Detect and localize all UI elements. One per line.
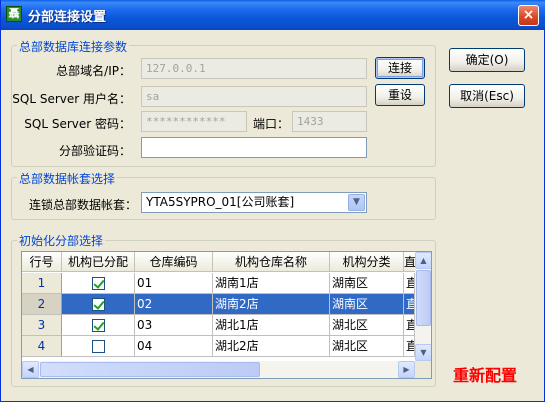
branch-grid: 行号 机构已分配 仓库编码 机构仓库名称 机构分类 直 1 01 湖南1店 湖南… (21, 251, 432, 379)
column-header[interactable]: 机构已分配 (62, 252, 135, 272)
close-icon: × (522, 7, 535, 23)
column-header[interactable]: 仓库编码 (135, 252, 213, 272)
row-number: 3 (22, 315, 62, 336)
code-cell: 02 (135, 294, 213, 315)
extra-cell: 直 (404, 315, 415, 336)
row-number: 1 (22, 273, 62, 294)
column-header[interactable]: 行号 (22, 252, 62, 272)
assigned-cell (62, 336, 135, 357)
scroll-left-icon[interactable]: ◀ (22, 361, 39, 378)
window-title: 分部连接设置 (28, 10, 107, 25)
row-number: 4 (22, 336, 62, 357)
extra-cell: 直 (404, 273, 415, 294)
category-cell: 湖南区 (330, 294, 404, 315)
user-field[interactable]: sa (141, 86, 367, 107)
scroll-corner (415, 361, 431, 378)
column-header[interactable]: 机构分类 (330, 252, 404, 272)
user-label: SQL Server 用户名： (12, 92, 131, 106)
extra-cell: 直 (404, 336, 415, 357)
title-bar[interactable]: 聶 分部连接设置 × (1, 0, 545, 30)
verify-code-label: 分部验证码： (58, 144, 131, 158)
name-cell: 湖北2店 (213, 336, 330, 357)
app-icon: 聶 (6, 6, 22, 22)
assigned-cell (62, 294, 135, 315)
password-label: SQL Server 密码： (24, 117, 131, 131)
table-row[interactable]: 4 04 湖北2店 湖北区 直 (22, 336, 415, 357)
port-field[interactable]: 1433 (292, 111, 367, 132)
row-number: 2 (22, 294, 62, 315)
assigned-cell (62, 273, 135, 294)
name-cell: 湖南1店 (213, 273, 330, 294)
cancel-button[interactable]: 取消(Esc) (449, 84, 525, 108)
category-cell: 湖南区 (330, 273, 404, 294)
domain-field[interactable]: 127.0.0.1 (141, 58, 367, 79)
connect-button[interactable]: 连接 (375, 57, 425, 79)
close-button[interactable]: × (518, 5, 539, 26)
assigned-checkbox[interactable] (91, 340, 105, 353)
assigned-checkbox[interactable] (91, 319, 105, 332)
code-cell: 01 (135, 273, 213, 294)
password-field[interactable]: ************ (141, 111, 247, 132)
scroll-up-icon[interactable]: ▲ (415, 252, 431, 269)
grid-header: 行号 机构已分配 仓库编码 机构仓库名称 机构分类 直 (22, 252, 415, 272)
extra-cell: 直 (404, 294, 415, 315)
horizontal-scrollbar[interactable]: ◀ ▶ (22, 361, 415, 378)
account-label: 连锁总部数据帐套： (28, 198, 137, 212)
name-cell: 湖北1店 (213, 315, 330, 336)
category-cell: 湖北区 (330, 315, 404, 336)
assigned-checkbox[interactable] (91, 277, 105, 290)
reconfigure-link[interactable]: 重新配置 (453, 362, 517, 386)
account-select[interactable]: YTA5SYPRO_01[公司账套] ▼ (141, 192, 367, 213)
horizontal-scroll-thumb[interactable] (40, 362, 260, 377)
port-label: 端口： (252, 117, 289, 131)
scroll-down-icon[interactable]: ▼ (415, 344, 431, 361)
vertical-scroll-thumb[interactable] (416, 270, 431, 326)
ok-button[interactable]: 确定(O) (449, 48, 525, 72)
assigned-checkbox[interactable] (91, 298, 105, 311)
column-header[interactable]: 直 (404, 252, 415, 272)
table-row[interactable]: 1 01 湖南1店 湖南区 直 (22, 273, 415, 294)
assigned-cell (62, 315, 135, 336)
verify-code-input[interactable] (141, 137, 367, 158)
account-select-value: YTA5SYPRO_01[公司账套] (146, 195, 295, 209)
table-row[interactable]: 3 03 湖北1店 湖北区 直 (22, 315, 415, 336)
vertical-scrollbar[interactable]: ▲ ▼ (415, 252, 431, 361)
code-cell: 03 (135, 315, 213, 336)
scroll-right-icon[interactable]: ▶ (398, 361, 415, 378)
account-group-legend: 总部数据帐套选择 (17, 170, 118, 187)
table-row[interactable]: 2 02 湖南2店 湖南区 直 (22, 294, 415, 315)
code-cell: 04 (135, 336, 213, 357)
dialog-window: 聶 分部连接设置 × 总部数据库连接参数 总部域名/IP： 127.0.0.1 … (0, 0, 545, 402)
category-cell: 湖北区 (330, 336, 404, 357)
name-cell: 湖南2店 (213, 294, 330, 315)
reset-button[interactable]: 重设 (375, 84, 425, 106)
init-group-legend: 初始化分部选择 (17, 232, 106, 249)
chevron-down-icon[interactable]: ▼ (348, 194, 365, 211)
connection-group-legend: 总部数据库连接参数 (17, 38, 130, 55)
column-header[interactable]: 机构仓库名称 (213, 252, 330, 272)
domain-label: 总部域名/IP： (56, 64, 131, 78)
